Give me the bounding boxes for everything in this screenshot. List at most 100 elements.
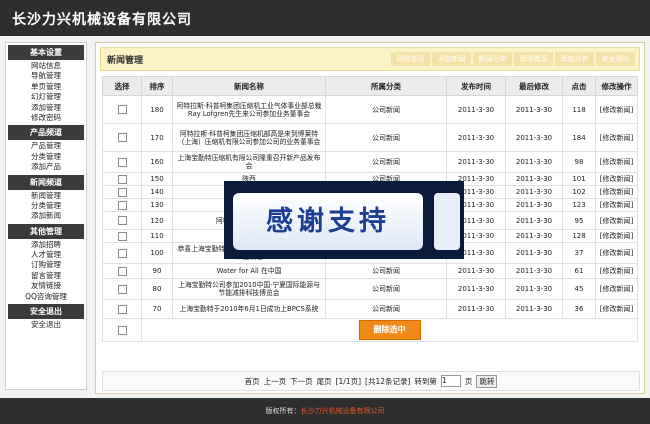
tab-home[interactable]: 网站首页 — [391, 52, 430, 66]
edit-news-link[interactable]: [修改新闻] — [595, 151, 638, 173]
sidebar-item-product-category[interactable]: 分类管理 — [6, 152, 86, 162]
row-checkbox[interactable] — [117, 284, 127, 294]
tab-logout[interactable]: 安全退出 — [596, 52, 635, 66]
modified-cell: 2011-3-30 — [505, 242, 563, 264]
pagination: 首页 上一页 下一页 尾页 [1/1页] [共12条记录] 转到第 1 页 跳转 — [102, 371, 640, 391]
sidebar-item-slides[interactable]: 幻灯管理 — [6, 92, 86, 102]
pager-first[interactable]: 首页 — [245, 376, 260, 387]
sort-cell: 150 — [141, 172, 173, 186]
thanks-overlay-banner: 感谢支持 — [224, 181, 464, 259]
tab-add-news[interactable]: 添加新闻 — [432, 52, 471, 66]
sidebar-item-news-manage[interactable]: 新闻管理 — [6, 191, 86, 201]
sidebar-item-logout[interactable]: 安全退出 — [6, 320, 86, 330]
sidebar-item-pages[interactable]: 单页管理 — [6, 82, 86, 92]
row-checkbox[interactable] — [117, 174, 127, 184]
hits-cell: 118 — [562, 95, 596, 124]
modified-cell: 2011-3-30 — [505, 198, 563, 212]
sidebar-item-site-info[interactable]: 网站信息 — [6, 61, 86, 71]
edit-news-link[interactable]: [修改新闻] — [595, 123, 638, 152]
sort-cell: 130 — [141, 198, 173, 212]
sidebar-item-links[interactable]: 友情链接 — [6, 281, 86, 291]
sidebar-section-products: 产品频道 — [8, 125, 84, 141]
pager-total: [共12条记录] — [365, 376, 411, 386]
row-checkbox[interactable] — [117, 248, 127, 258]
modified-cell: 2011-3-30 — [505, 151, 563, 173]
category-cell: 公司新闻 — [325, 95, 447, 124]
footer-company[interactable]: 长沙力兴机械设备有限公司 — [301, 407, 385, 415]
tab-news-category[interactable]: 新闻分类 — [473, 52, 512, 66]
sidebar-item-add-news[interactable]: 添加新闻 — [6, 211, 86, 221]
sidebar-item-change-password[interactable]: 修改密码 — [6, 113, 86, 123]
edit-news-link[interactable]: [修改新闻] — [595, 211, 638, 230]
sidebar-item-talent[interactable]: 人才管理 — [6, 250, 86, 260]
select-all-checkbox[interactable] — [117, 325, 127, 335]
sidebar-item-nav[interactable]: 导航管理 — [6, 71, 86, 81]
modified-cell: 2011-3-30 — [505, 211, 563, 230]
edit-news-link[interactable]: [修改新闻] — [595, 172, 638, 186]
panel-header: 新闻管理 网站首页 添加新闻 新闻分类 管理首页 添加分类 安全退出 — [100, 47, 640, 71]
select-cell — [102, 299, 142, 319]
page-number-input[interactable]: 1 — [440, 375, 461, 387]
row-checkbox[interactable] — [117, 187, 127, 197]
footer: 版权所有：长沙力兴机械设备有限公司 — [0, 398, 650, 424]
hits-cell: 95 — [562, 211, 596, 230]
published-cell: 2011-3-30 — [446, 95, 506, 124]
pager-go-button[interactable]: 跳转 — [476, 374, 498, 388]
sidebar-item-orders[interactable]: 订购管理 — [6, 260, 86, 270]
row-checkbox[interactable] — [117, 133, 127, 142]
tab-admin-home[interactable]: 管理首页 — [514, 52, 553, 66]
hits-cell: 123 — [562, 198, 596, 212]
pager-prev[interactable]: 上一页 — [264, 376, 287, 387]
edit-news-link[interactable]: [修改新闻] — [595, 229, 638, 243]
delete-selected-button[interactable]: 删除选中 — [358, 320, 421, 340]
select-cell — [102, 198, 142, 212]
row-checkbox[interactable] — [117, 105, 127, 114]
row-checkbox[interactable] — [117, 231, 127, 241]
tab-add-category[interactable]: 添加分类 — [555, 52, 594, 66]
col-sort: 排序 — [141, 76, 173, 96]
edit-news-link[interactable]: [修改新闻] — [595, 242, 638, 264]
sidebar-item-add-admin[interactable]: 添加管理 — [6, 103, 86, 113]
edit-news-link[interactable]: [修改新闻] — [595, 263, 638, 279]
title-cell: 上海宝勤特压缩机有限公司隆重召开新产品发布会 — [172, 151, 326, 173]
title-cell: 上海宝勤特于2010年6月1日成功上BPCS系统 — [172, 299, 326, 319]
sort-cell: 170 — [141, 123, 173, 152]
hits-cell: 45 — [562, 278, 596, 300]
sidebar-item-news-category[interactable]: 分类管理 — [6, 201, 86, 211]
edit-news-link[interactable]: [修改新闻] — [595, 198, 638, 212]
edit-news-link[interactable]: [修改新闻] — [595, 278, 638, 300]
edit-news-link[interactable]: [修改新闻] — [595, 185, 638, 199]
sidebar-item-qq[interactable]: QQ咨询管理 — [6, 292, 86, 302]
panel-title: 新闻管理 — [107, 56, 144, 66]
edit-news-link[interactable]: [修改新闻] — [595, 299, 638, 319]
edit-news-link[interactable]: [修改新闻] — [595, 95, 638, 124]
pager-next[interactable]: 下一页 — [290, 376, 313, 387]
hits-cell: 61 — [562, 263, 596, 279]
row-checkbox[interactable] — [117, 216, 127, 225]
select-cell — [102, 172, 142, 186]
table-footer-row: 删除选中 — [102, 318, 638, 342]
select-cell — [102, 95, 142, 124]
row-checkbox[interactable] — [117, 200, 127, 210]
footer-label: 版权所有： — [265, 407, 301, 415]
sidebar-section-other: 其他管理 — [8, 223, 84, 239]
modified-cell: 2011-3-30 — [505, 263, 563, 279]
sidebar-item-add-product[interactable]: 添加产品 — [6, 162, 86, 172]
sort-cell: 180 — [141, 95, 173, 124]
row-checkbox[interactable] — [117, 266, 127, 276]
sidebar-item-product-manage[interactable]: 产品管理 — [6, 141, 86, 151]
pager-last[interactable]: 尾页 — [317, 376, 332, 387]
header-tabs: 网站首页 添加新闻 新闻分类 管理首页 添加分类 安全退出 — [389, 52, 635, 66]
site-title: 长沙力兴机械设备有限公司 — [12, 12, 192, 28]
row-checkbox[interactable] — [117, 304, 127, 314]
sidebar-item-messages[interactable]: 留言管理 — [6, 271, 86, 281]
sort-cell: 90 — [141, 263, 173, 279]
row-checkbox[interactable] — [117, 157, 127, 167]
modified-cell: 2011-3-30 — [505, 299, 563, 319]
sidebar-section-logout: 安全退出 — [8, 304, 84, 320]
table-row: 90 Water for All 在中国 公司新闻 2011-3-30 2011-3-3… — [102, 263, 638, 279]
sidebar-item-add-job[interactable]: 添加招聘 — [6, 240, 86, 250]
title-cell: 上海宝勤特公司参加2010中国·宁夏国际能源与节能减排科技博览会 — [172, 278, 326, 300]
hits-cell: 36 — [562, 299, 596, 319]
sort-cell: 160 — [141, 151, 173, 173]
